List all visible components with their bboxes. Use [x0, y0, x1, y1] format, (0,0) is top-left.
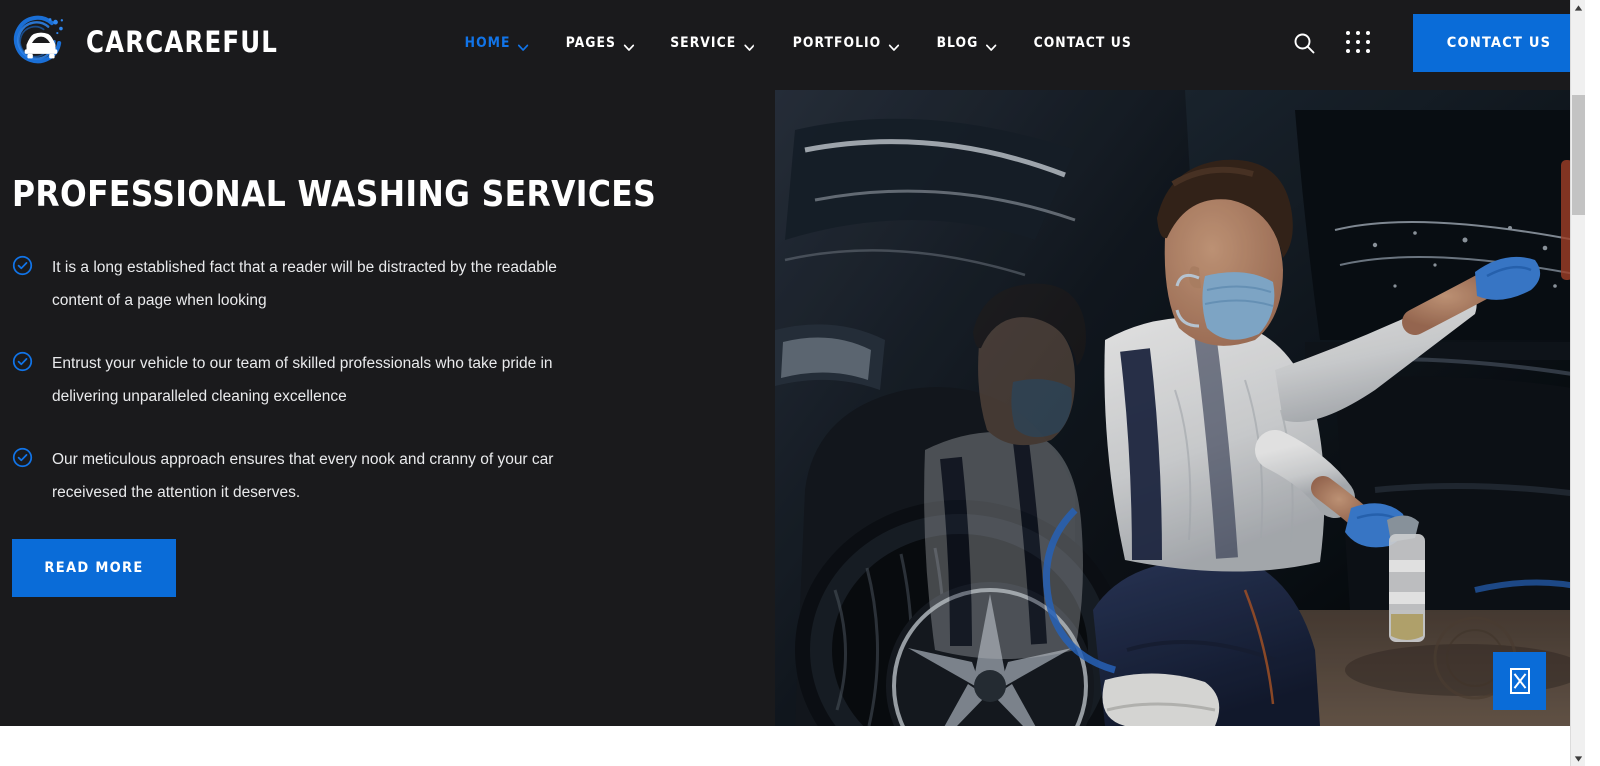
search-icon[interactable] [1292, 31, 1316, 55]
nav-item-label: HOME [465, 34, 511, 51]
check-circle-icon [12, 351, 33, 372]
nav-item-label: SERVICE [670, 34, 737, 51]
hero-photo-illustration [775, 90, 1585, 726]
header-contact-us-button[interactable]: CONTACT US [1413, 13, 1585, 72]
nav-item-blog[interactable]: BLOG [937, 35, 997, 51]
missing-glyph-box-icon [1509, 668, 1530, 694]
page-scrollbar[interactable] [1570, 0, 1585, 766]
feature-text: It is a long established fact that a rea… [52, 258, 557, 309]
nav-item-label: PAGES [565, 34, 616, 51]
chevron-down-icon [744, 39, 755, 51]
nav-item-home[interactable]: HOME [465, 35, 529, 51]
check-circle-icon [12, 447, 33, 468]
nav-item-label: CONTACT US [1033, 34, 1132, 51]
scroll-down-arrow-icon[interactable] [1571, 751, 1585, 766]
scrollbar-thumb[interactable] [1572, 95, 1585, 215]
brand-logo[interactable]: CARCAREFUL [12, 0, 290, 85]
page-title: PROFESSIONAL WASHING SERVICES [12, 174, 657, 215]
hero-section: PROFESSIONAL WASHING SERVICES It is a lo… [0, 0, 1585, 726]
list-item: Our meticulous approach ensures that eve… [12, 443, 652, 509]
main-navigation: HOME PAGES SERVICE PORTFOLIO BLOG CONTAC… [463, 0, 1134, 85]
feature-text: Our meticulous approach ensures that eve… [52, 450, 554, 501]
read-more-button[interactable]: READ MORE [12, 538, 176, 597]
check-circle-icon [12, 255, 33, 276]
feature-list: It is a long established fact that a rea… [12, 251, 652, 509]
nav-item-contact-us[interactable]: CONTACT US [1034, 35, 1132, 51]
hero-copy: PROFESSIONAL WASHING SERVICES It is a lo… [12, 174, 657, 597]
grid-dots-icon[interactable] [1346, 30, 1372, 55]
chevron-down-icon [986, 39, 997, 51]
hero-image [775, 90, 1585, 726]
nav-item-pages[interactable]: PAGES [565, 34, 634, 51]
feature-text: Entrust your vehicle to our team of skil… [52, 354, 553, 405]
page-root: PROFESSIONAL WASHING SERVICES It is a lo… [0, 0, 1585, 766]
list-item: It is a long established fact that a rea… [12, 251, 652, 317]
floating-action-button[interactable] [1493, 652, 1546, 710]
nav-item-portfolio[interactable]: PORTFOLIO [792, 34, 900, 51]
site-header: CARCAREFUL HOME PAGES SERVICE PORTFOLIO … [0, 0, 1585, 85]
car-wash-circle-logo-icon [12, 14, 70, 72]
nav-item-label: BLOG [936, 34, 979, 51]
nav-item-service[interactable]: SERVICE [671, 35, 755, 51]
chevron-down-icon [518, 39, 529, 51]
chevron-down-icon [623, 39, 634, 51]
nav-item-label: PORTFOLIO [792, 34, 882, 51]
brand-name: CARCAREFUL [86, 25, 279, 59]
list-item: Entrust your vehicle to our team of skil… [12, 347, 652, 413]
chevron-down-icon [888, 39, 900, 51]
scroll-up-arrow-icon[interactable] [1571, 0, 1585, 15]
header-tools: CONTACT US [1292, 0, 1585, 85]
